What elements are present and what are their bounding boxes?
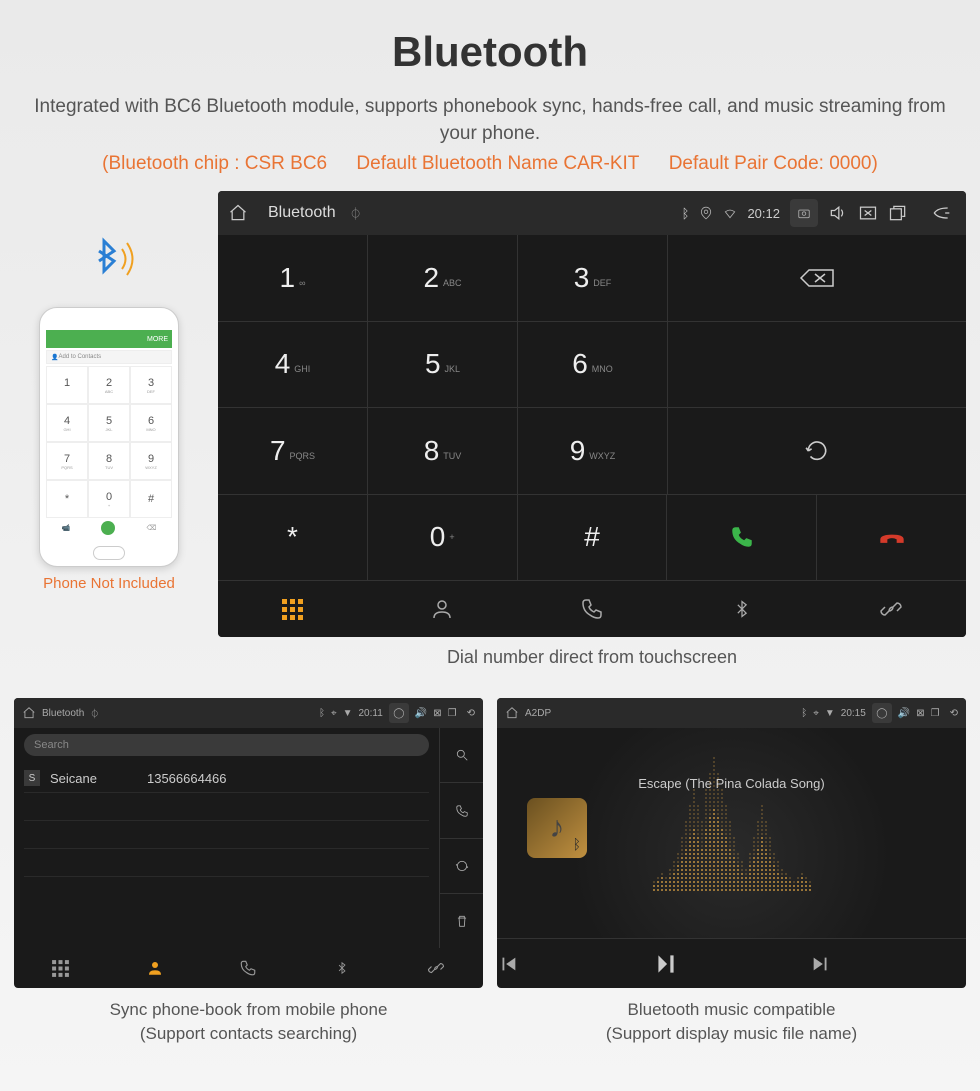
screenshot-icon[interactable]: ◯ bbox=[389, 703, 409, 723]
back-icon[interactable]: ⟲ bbox=[467, 708, 475, 719]
close-icon[interactable]: ⊠ bbox=[433, 708, 441, 719]
visualizer bbox=[653, 811, 811, 891]
music-screen: A2DP ᛒ ⌖ ▼ 20:15 ◯ 🔊 ⊠ ❐ ⟲ ♪ᛒ Escape (Th… bbox=[497, 698, 966, 988]
next-button[interactable] bbox=[810, 953, 966, 975]
contact-row-empty bbox=[24, 877, 429, 905]
nav-pair[interactable] bbox=[389, 948, 483, 988]
music-caption: Bluetooth music compatible (Support disp… bbox=[497, 998, 966, 1046]
screenshot-icon[interactable] bbox=[790, 199, 818, 227]
bluetooth-status-icon: ᛒ bbox=[682, 206, 690, 221]
nav-contacts[interactable] bbox=[368, 581, 518, 637]
wifi-icon: ▼ bbox=[825, 708, 835, 719]
contact-row-empty bbox=[24, 821, 429, 849]
bluetooth-status-icon: ᛒ bbox=[319, 708, 325, 719]
location-icon bbox=[699, 206, 713, 220]
key-5[interactable]: 5JKL bbox=[368, 322, 518, 408]
key-redial[interactable] bbox=[668, 408, 966, 494]
location-icon: ⌖ bbox=[331, 708, 337, 719]
nav-calllog[interactable] bbox=[202, 948, 296, 988]
spec-code: Default Pair Code: 0000) bbox=[669, 153, 878, 174]
call-button[interactable] bbox=[667, 495, 817, 581]
usb-icon: ⏀ bbox=[350, 205, 362, 222]
home-icon[interactable] bbox=[505, 706, 519, 720]
contact-row[interactable]: S Seicane 13566664466 bbox=[24, 764, 429, 793]
key-6[interactable]: 6MNO bbox=[518, 322, 668, 408]
key-9[interactable]: 9WXYZ bbox=[518, 408, 668, 494]
song-title: Escape (The Pina Colada Song) bbox=[638, 776, 824, 791]
key-2[interactable]: 2ABC bbox=[368, 235, 518, 321]
contact-number: 13566664466 bbox=[147, 771, 227, 786]
phone-add-contacts: 👤 Add to Contacts bbox=[46, 350, 172, 364]
key-star[interactable]: * bbox=[218, 495, 368, 581]
key-4[interactable]: 4GHI bbox=[218, 322, 368, 408]
location-icon: ⌖ bbox=[813, 708, 819, 719]
key-8[interactable]: 8TUV bbox=[368, 408, 518, 494]
dialer-caption: Dial number direct from touchscreen bbox=[218, 647, 966, 668]
page-subtitle: Integrated with BC6 Bluetooth module, su… bbox=[14, 94, 966, 147]
phone-mockup: MORE 👤 Add to Contacts 1 2ABC 3DEF 4GHI … bbox=[39, 307, 179, 567]
side-sync-icon[interactable] bbox=[440, 839, 483, 894]
close-icon[interactable] bbox=[858, 203, 878, 223]
clock: 20:15 bbox=[841, 708, 866, 719]
back-icon[interactable]: ⟲ bbox=[950, 708, 958, 719]
prev-button[interactable] bbox=[497, 953, 653, 975]
phonebook-caption: Sync phone-book from mobile phone (Suppo… bbox=[14, 998, 483, 1046]
volume-icon[interactable]: 🔊 bbox=[415, 708, 427, 719]
side-call-icon[interactable] bbox=[440, 783, 483, 838]
key-7[interactable]: 7PQRS bbox=[218, 408, 368, 494]
wifi-icon: ▼ bbox=[343, 708, 353, 719]
wifi-icon bbox=[723, 206, 737, 220]
nav-bluetooth[interactable] bbox=[667, 581, 817, 637]
nav-dialpad[interactable] bbox=[218, 581, 368, 637]
volume-icon[interactable]: 🔊 bbox=[898, 708, 910, 719]
key-0[interactable]: 0+ bbox=[368, 495, 518, 581]
recents-icon[interactable]: ❐ bbox=[931, 708, 940, 719]
spec-name: Default Bluetooth Name CAR-KIT bbox=[356, 153, 639, 174]
volume-icon[interactable] bbox=[828, 203, 848, 223]
nav-dialpad[interactable] bbox=[14, 948, 108, 988]
hangup-button[interactable] bbox=[817, 495, 966, 581]
contact-letter: S bbox=[24, 770, 40, 786]
bluetooth-illustration-icon bbox=[74, 231, 144, 301]
screen-title: Bluetooth bbox=[268, 204, 336, 222]
nav-pair[interactable] bbox=[816, 581, 966, 637]
playpause-button[interactable] bbox=[653, 951, 809, 977]
back-icon[interactable] bbox=[926, 203, 956, 223]
usb-icon: ⏀ bbox=[90, 707, 99, 720]
screen-title: Bluetooth bbox=[42, 708, 84, 719]
nav-bluetooth[interactable] bbox=[295, 948, 389, 988]
close-icon[interactable]: ⊠ bbox=[916, 708, 924, 719]
music-note-icon: ♪ᛒ bbox=[527, 798, 587, 858]
key-1[interactable]: 1∞ bbox=[218, 235, 368, 321]
side-search-icon[interactable] bbox=[440, 728, 483, 783]
bluetooth-status-icon: ᛒ bbox=[801, 708, 807, 719]
specs-line: (Bluetooth chip : CSR BC6 Default Blueto… bbox=[14, 153, 966, 175]
clock: 20:12 bbox=[747, 206, 780, 221]
clock: 20:11 bbox=[359, 708, 383, 719]
contact-row-empty bbox=[24, 849, 429, 877]
recents-icon[interactable]: ❐ bbox=[448, 708, 457, 719]
key-3[interactable]: 3DEF bbox=[518, 235, 668, 321]
key-blank bbox=[668, 322, 966, 408]
spec-chip: (Bluetooth chip : CSR BC6 bbox=[102, 153, 327, 174]
screenshot-icon[interactable]: ◯ bbox=[872, 703, 892, 723]
phonebook-screen: Bluetooth ⏀ ᛒ ⌖ ▼ 20:11 ◯ 🔊 ⊠ ❐ ⟲ Search bbox=[14, 698, 483, 988]
phone-header: MORE bbox=[46, 330, 172, 348]
search-input[interactable]: Search bbox=[24, 734, 429, 756]
nav-contacts[interactable] bbox=[108, 948, 202, 988]
key-hash[interactable]: # bbox=[518, 495, 668, 581]
home-icon[interactable] bbox=[22, 706, 36, 720]
dialer-screen: Bluetooth ⏀ ᛒ 20:12 bbox=[218, 191, 966, 637]
home-icon[interactable] bbox=[228, 203, 248, 223]
key-backspace[interactable] bbox=[668, 235, 966, 321]
nav-calllog[interactable] bbox=[517, 581, 667, 637]
side-delete-icon[interactable] bbox=[440, 894, 483, 948]
screen-title: A2DP bbox=[525, 708, 551, 719]
phone-caption: Phone Not Included bbox=[14, 575, 204, 592]
contact-name: Seicane bbox=[50, 771, 97, 786]
recents-icon[interactable] bbox=[888, 203, 908, 223]
page-title: Bluetooth bbox=[14, 28, 966, 76]
contact-row-empty bbox=[24, 793, 429, 821]
